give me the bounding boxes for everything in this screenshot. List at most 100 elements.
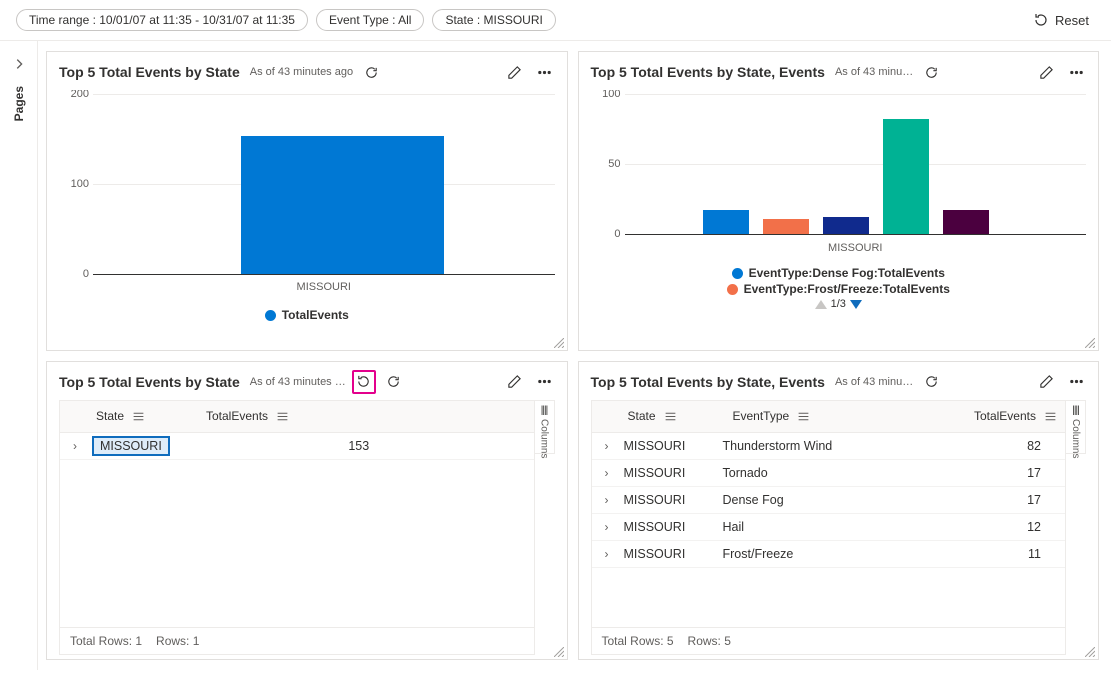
- card-title: Top 5 Total Events by State, Events: [591, 64, 825, 80]
- col-header[interactable]: TotalEvents: [206, 409, 268, 423]
- more-button[interactable]: [533, 370, 557, 394]
- table-row[interactable]: ›MISSOURIFrost/Freeze11: [592, 541, 1066, 568]
- pages-rail-label: Pages: [12, 86, 26, 121]
- more-button[interactable]: [1064, 60, 1088, 84]
- data-table: State EventType TotalEvents: [591, 400, 1067, 656]
- card-top5-stateevents-table: Top 5 Total Events by State, Events As o…: [578, 361, 1100, 661]
- cell-event: Tornado: [717, 466, 857, 480]
- resize-handle-icon[interactable]: [1085, 647, 1095, 657]
- cell-state: MISSOURI: [618, 520, 717, 534]
- bar-tornado[interactable]: [943, 210, 989, 234]
- expand-row-icon[interactable]: ›: [596, 493, 618, 507]
- cell-state: MISSOURI: [618, 547, 717, 561]
- chart-plot: 100 50 0 MISSOURI: [625, 94, 1087, 234]
- refresh-button[interactable]: [919, 370, 943, 394]
- legend-swatch: [265, 310, 276, 321]
- columns-icon: ||||: [1072, 405, 1078, 416]
- columns-panel-toggle[interactable]: |||| Columns: [535, 400, 555, 454]
- col-header[interactable]: State: [628, 409, 656, 423]
- expand-row-icon[interactable]: ›: [596, 520, 618, 534]
- col-header[interactable]: TotalEvents: [974, 409, 1036, 423]
- chart-plot: 200 100 0 MISSOURI: [93, 94, 555, 274]
- card-top5-state-table: Top 5 Total Events by State As of 43 min…: [46, 361, 568, 661]
- legend-label: TotalEvents: [282, 308, 349, 322]
- chart-legend: EventType:Dense Fog:TotalEvents EventTyp…: [579, 266, 1099, 310]
- filter-pill-timerange[interactable]: Time range : 10/01/07 at 11:35 - 10/31/0…: [16, 9, 308, 31]
- legend-prev-icon[interactable]: [815, 300, 827, 309]
- col-menu-icon[interactable]: [797, 410, 810, 423]
- legend-label: EventType:Frost/Freeze:TotalEvents: [744, 282, 950, 296]
- table-footer: Total Rows: 5 Rows: 5: [592, 627, 1066, 654]
- edit-button[interactable]: [1034, 370, 1058, 394]
- card-asof: As of 43 minu…: [835, 376, 913, 388]
- bar-hail[interactable]: [823, 217, 869, 234]
- cell-event: Thunderstorm Wind: [717, 439, 857, 453]
- card-asof: As of 43 minu…: [835, 66, 913, 78]
- cell-state: MISSOURI: [618, 466, 717, 480]
- legend-next-icon[interactable]: [850, 300, 862, 309]
- footer-total-rows: Total Rows: 5: [602, 634, 674, 648]
- legend-swatch: [727, 284, 738, 295]
- reset-button[interactable]: Reset: [1027, 8, 1095, 32]
- expand-row-icon[interactable]: ›: [64, 439, 86, 453]
- reset-highlighted-button[interactable]: [352, 370, 376, 394]
- resize-handle-icon[interactable]: [1085, 338, 1095, 348]
- footer-rows: Rows: 1: [156, 634, 199, 648]
- table-row[interactable]: ›MISSOURIDense Fog17: [592, 487, 1066, 514]
- refresh-button[interactable]: [919, 60, 943, 84]
- more-button[interactable]: [1064, 370, 1088, 394]
- resize-handle-icon[interactable]: [554, 338, 564, 348]
- card-title: Top 5 Total Events by State, Events: [591, 374, 825, 390]
- cell-state[interactable]: MISSOURI: [92, 436, 170, 456]
- chart-legend: TotalEvents: [47, 308, 567, 322]
- pages-rail: Pages: [0, 41, 38, 670]
- table-footer: Total Rows: 1 Rows: 1: [60, 627, 534, 654]
- refresh-button[interactable]: [382, 370, 406, 394]
- cell-total: 82: [857, 439, 1062, 453]
- legend-label: EventType:Dense Fog:TotalEvents: [749, 266, 945, 280]
- col-menu-icon[interactable]: [1044, 410, 1057, 423]
- card-title: Top 5 Total Events by State: [59, 64, 240, 80]
- y-tick: 100: [59, 178, 89, 190]
- columns-icon: ||||: [541, 405, 547, 416]
- cell-state: MISSOURI: [618, 493, 717, 507]
- bar-densefog[interactable]: [703, 210, 749, 234]
- cell-event: Hail: [717, 520, 857, 534]
- card-title: Top 5 Total Events by State: [59, 374, 240, 390]
- legend-page: 1/3: [831, 298, 846, 310]
- expand-row-icon[interactable]: ›: [596, 547, 618, 561]
- card-asof: As of 43 minutes ago: [250, 66, 353, 78]
- filter-pill-eventtype[interactable]: Event Type : All: [316, 9, 425, 31]
- resize-handle-icon[interactable]: [554, 647, 564, 657]
- cell-state: MISSOURI: [618, 439, 717, 453]
- bar-missouri[interactable]: [241, 136, 444, 274]
- table-row[interactable]: ›MISSOURIHail12: [592, 514, 1066, 541]
- edit-button[interactable]: [1034, 60, 1058, 84]
- table-row[interactable]: ›MISSOURIThunderstorm Wind82: [592, 433, 1066, 460]
- table-row[interactable]: ›MISSOURITornado17: [592, 460, 1066, 487]
- y-tick: 0: [591, 228, 621, 240]
- expand-row-icon[interactable]: ›: [596, 439, 618, 453]
- table-row[interactable]: › MISSOURI 153: [60, 433, 534, 460]
- columns-panel-toggle[interactable]: |||| Columns: [1066, 400, 1086, 454]
- expand-row-icon[interactable]: ›: [596, 466, 618, 480]
- expand-rail-button[interactable]: [8, 53, 30, 78]
- cell-total: 17: [857, 493, 1062, 507]
- card-top5-state-chart: Top 5 Total Events by State As of 43 min…: [46, 51, 568, 351]
- bar-thunderstorm[interactable]: [883, 119, 929, 234]
- col-menu-icon[interactable]: [132, 410, 145, 423]
- edit-button[interactable]: [503, 370, 527, 394]
- edit-button[interactable]: [503, 60, 527, 84]
- card-top5-stateevents-chart: Top 5 Total Events by State, Events As o…: [578, 51, 1100, 351]
- col-header[interactable]: State: [96, 409, 124, 423]
- more-button[interactable]: [533, 60, 557, 84]
- col-header[interactable]: EventType: [733, 409, 790, 423]
- col-menu-icon[interactable]: [276, 410, 289, 423]
- cell-total: 153: [188, 439, 530, 453]
- card-asof: As of 43 minutes …: [250, 376, 346, 388]
- cell-total: 11: [857, 547, 1062, 561]
- filter-pill-state[interactable]: State : MISSOURI: [432, 9, 555, 31]
- refresh-button[interactable]: [359, 60, 383, 84]
- bar-frostfreeze[interactable]: [763, 219, 809, 234]
- col-menu-icon[interactable]: [664, 410, 677, 423]
